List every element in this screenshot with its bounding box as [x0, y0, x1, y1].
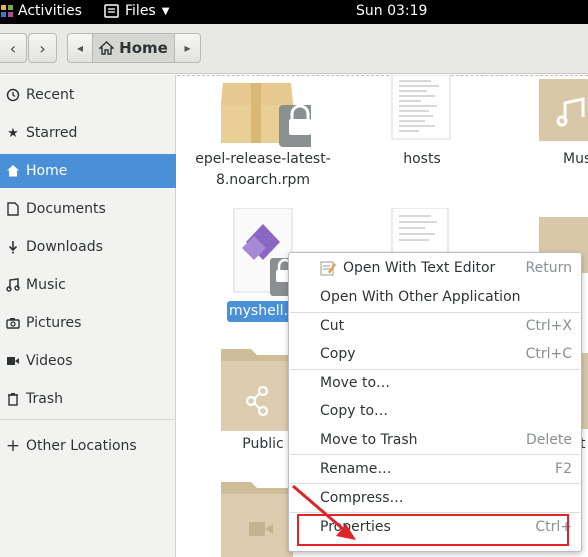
- sidebar-item-music[interactable]: Music: [0, 268, 176, 302]
- menu-item-move-to-trash[interactable]: Move to Trash Delete: [290, 427, 580, 453]
- download-icon: [0, 240, 26, 254]
- file-label: Mus: [563, 151, 588, 167]
- file-label: 8.noarch.rpm: [215, 172, 311, 188]
- activities-label: Activities: [18, 3, 82, 19]
- menu-separator: [290, 483, 580, 484]
- activities-icon: [1, 5, 13, 17]
- back-button[interactable]: ‹: [0, 33, 27, 63]
- sidebar-item-label: Other Locations: [26, 438, 137, 454]
- forward-button[interactable]: ›: [28, 33, 57, 63]
- menu-item-label: Copy: [320, 346, 356, 362]
- sidebar-item-label: Music: [26, 277, 66, 293]
- chevron-left-icon: ‹: [9, 38, 17, 58]
- file-label: hosts: [403, 151, 441, 167]
- path-scroll-right-button[interactable]: ▸: [175, 33, 201, 63]
- trash-icon: [0, 392, 26, 406]
- menu-item-accelerator: F2: [555, 461, 572, 477]
- menu-item-move-to[interactable]: Move to…: [290, 370, 580, 396]
- sidebar-item-starred[interactable]: ★ Starred: [0, 116, 176, 150]
- menu-item-label: Open With Other Application: [320, 289, 521, 305]
- home-icon: [99, 41, 115, 55]
- menu-separator: [290, 512, 580, 513]
- menu-item-label: Copy to…: [320, 403, 389, 419]
- context-menu: Open With Text Editor Return Open With O…: [288, 252, 582, 552]
- menu-item-copy[interactable]: Copy Ctrl+C: [290, 341, 580, 367]
- chevron-left-icon: ◂: [76, 41, 84, 55]
- chevron-right-icon: ▸: [184, 41, 191, 55]
- sidebar-item-videos[interactable]: Videos: [0, 344, 176, 378]
- sidebar-item-downloads[interactable]: Downloads: [0, 230, 176, 264]
- menu-item-accelerator: Delete: [526, 432, 572, 448]
- menu-item-open-with-text-editor[interactable]: Open With Text Editor Return: [290, 255, 580, 281]
- sidebar-item-trash[interactable]: Trash: [0, 382, 176, 416]
- sidebar-item-label: Videos: [26, 353, 73, 369]
- path-scroll-left-button[interactable]: ◂: [67, 33, 93, 63]
- sidebar-item-label: Documents: [26, 201, 106, 217]
- text-document-icon: [391, 75, 451, 140]
- document-icon: [0, 202, 26, 216]
- sidebar-item-label: Downloads: [26, 239, 103, 255]
- sidebar-item-label: Pictures: [26, 315, 82, 331]
- files-window: Activities Files ▼ Sun 03:19 ‹ › ◂ Home …: [0, 0, 588, 557]
- sidebar-item-label: Starred: [26, 125, 78, 141]
- activities-button[interactable]: Activities: [0, 3, 82, 19]
- chevron-right-icon: ›: [39, 38, 46, 58]
- chevron-down-icon: ▼: [161, 5, 170, 17]
- file-label: epel-release-latest-: [195, 151, 331, 167]
- menu-item-copy-to[interactable]: Copy to…: [290, 398, 580, 424]
- menu-item-accelerator: Ctrl+X: [525, 318, 572, 334]
- clock-icon: [0, 88, 26, 102]
- sidebar-item-other-locations[interactable]: + Other Locations: [0, 429, 176, 463]
- share-folder-icon: [221, 349, 293, 431]
- video-folder-icon: [221, 482, 293, 557]
- sidebar-item-label: Home: [26, 163, 68, 179]
- app-menu[interactable]: Files ▼: [104, 3, 169, 19]
- music-folder-icon: [539, 79, 588, 141]
- menu-item-accelerator: Return: [525, 260, 572, 276]
- file-item-document[interactable]: [391, 207, 451, 258]
- home-icon: [0, 164, 26, 178]
- plus-icon: +: [5, 436, 21, 456]
- sidebar-item-home[interactable]: Home: [0, 154, 176, 188]
- text-editor-icon: [320, 261, 336, 276]
- menu-item-open-with-other-application[interactable]: Open With Other Application: [290, 284, 580, 310]
- camera-icon: [0, 317, 26, 329]
- package-icon: [221, 83, 311, 147]
- music-icon: [0, 278, 26, 292]
- sidebar: Recent ★ Starred Home Documents Download…: [0, 75, 176, 557]
- sidebar-separator: [0, 419, 176, 420]
- menu-separator: [290, 454, 580, 455]
- menu-item-accelerator: Ctrl+C: [525, 346, 572, 362]
- files-app-icon: [104, 4, 119, 18]
- text-document-icon: [391, 207, 449, 255]
- menu-item-label: Compress…: [320, 490, 404, 506]
- menu-item-cut[interactable]: Cut Ctrl+X: [290, 313, 580, 339]
- top-bar: Activities Files ▼ Sun 03:19: [0, 0, 588, 24]
- annotation-highlight-box: [297, 514, 569, 546]
- video-icon: [0, 355, 26, 367]
- star-icon: ★: [7, 125, 19, 141]
- file-label-selected: myshell.s: [227, 301, 293, 322]
- menu-item-compress[interactable]: Compress…: [290, 485, 580, 511]
- menu-item-rename[interactable]: Rename… F2: [290, 456, 580, 482]
- menu-item-label: Cut: [320, 318, 345, 334]
- path-home-label: Home: [119, 39, 168, 57]
- path-home-button[interactable]: Home: [93, 33, 175, 63]
- menu-item-label: Open With Text Editor: [343, 260, 496, 276]
- sidebar-item-recent[interactable]: Recent: [0, 78, 176, 112]
- app-menu-label: Files: [125, 3, 156, 19]
- header-bar: ‹ › ◂ Home ▸: [0, 24, 588, 74]
- clock[interactable]: Sun 03:19: [356, 3, 427, 19]
- sidebar-item-label: Trash: [26, 391, 63, 407]
- menu-item-label: Rename…: [320, 461, 392, 477]
- path-bar: ◂ Home ▸: [67, 33, 201, 63]
- sidebar-item-documents[interactable]: Documents: [0, 192, 176, 226]
- sidebar-item-pictures[interactable]: Pictures: [0, 306, 176, 340]
- sidebar-item-label: Recent: [26, 87, 75, 103]
- menu-item-label: Move to…: [320, 375, 391, 391]
- menu-item-label: Move to Trash: [320, 432, 418, 448]
